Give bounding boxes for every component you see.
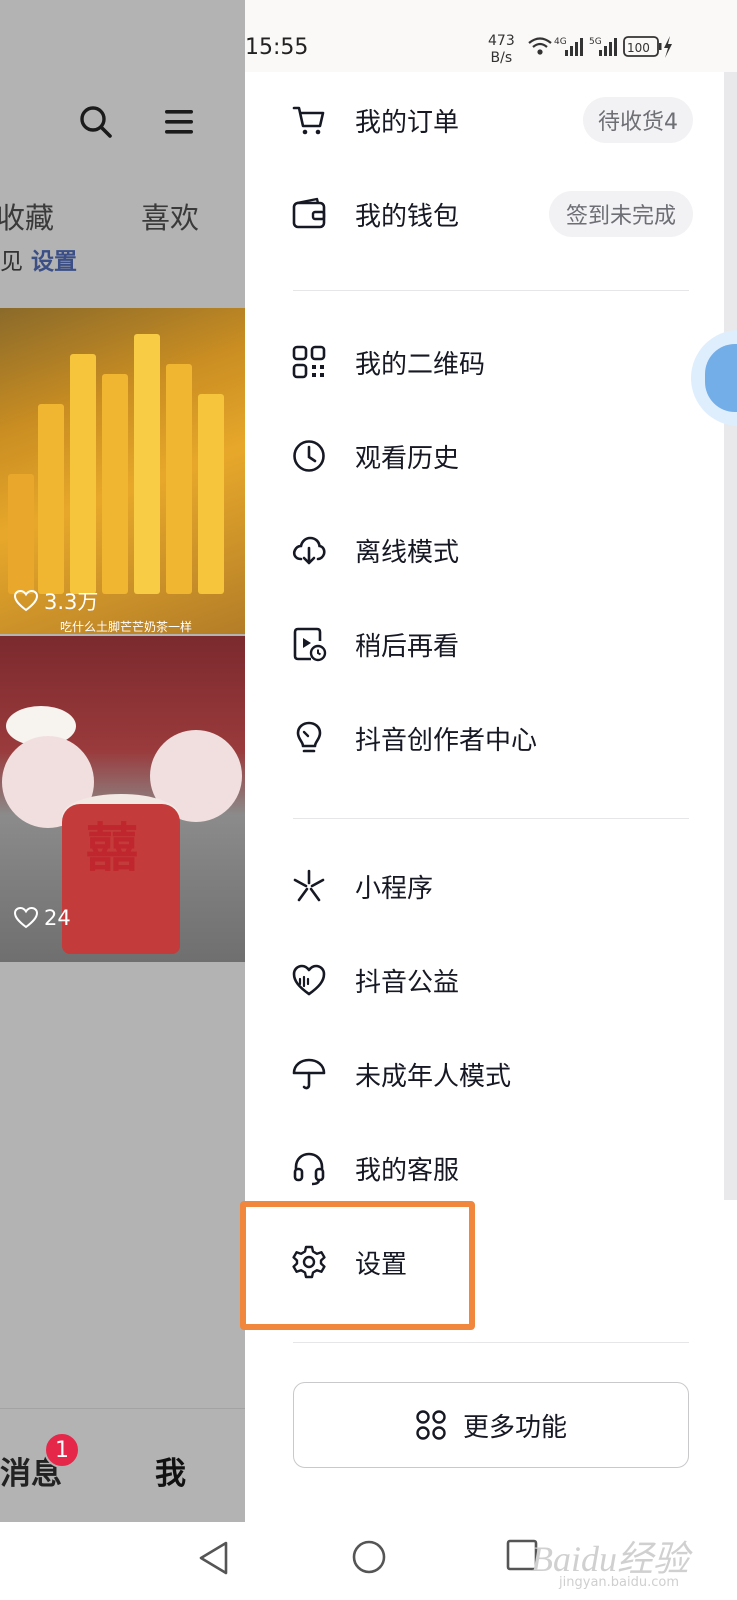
section-divider	[293, 818, 689, 819]
video-thumbnail[interactable]: 囍 24	[0, 636, 245, 962]
more-features-label: 更多功能	[462, 1412, 567, 1443]
menu-item-customer-service[interactable]: 我的客服	[245, 1132, 697, 1204]
menu-label: 我的客服	[355, 1155, 460, 1186]
video-like-count: 3.3万	[14, 586, 98, 616]
lightbulb-icon	[296, 721, 322, 753]
search-icon[interactable]	[78, 104, 114, 140]
menu-label: 未成年人模式	[355, 1061, 512, 1092]
heart-outline-icon	[14, 907, 38, 929]
tab-favorites[interactable]: 收藏	[0, 195, 54, 237]
section-divider	[293, 290, 689, 291]
menu-item-watch-later[interactable]: 稍后再看	[245, 608, 697, 680]
network-speed: 473 B/s	[488, 33, 515, 66]
mini-program-icon	[293, 869, 325, 902]
notification-badge: 1	[44, 1432, 80, 1468]
umbrella-icon	[292, 1058, 326, 1090]
privacy-settings-link[interactable]: 设置	[31, 249, 77, 275]
shield-icon	[705, 344, 737, 412]
wifi-icon	[528, 37, 552, 55]
grid-apps-icon	[416, 1410, 446, 1440]
pending-delivery-pill[interactable]: 待收货4	[583, 97, 693, 143]
clock-icon	[293, 440, 325, 472]
video-caption: 吃什么土脚芒芒奶茶一样	[60, 620, 193, 634]
double-happiness-symbol: 囍	[86, 819, 139, 879]
menu-item-watch-history[interactable]: 观看历史	[245, 420, 697, 492]
tab-likes[interactable]: 喜欢	[141, 195, 199, 237]
status-icons: 4G 5G 100	[528, 36, 672, 58]
dimmed-profile-page[interactable]: 收藏 喜欢 见设置 3.3万 吃什么土脚芒芒奶茶一样 囍 24 消息 1 我	[0, 0, 245, 1522]
menu-label: 观看历史	[355, 443, 460, 474]
svg-text:5G: 5G	[589, 37, 602, 47]
status-time: 15:55	[245, 35, 309, 60]
privacy-hint-text: 见	[0, 249, 23, 275]
check-in-pill[interactable]: 签到未完成	[549, 191, 693, 237]
charity-heart-icon	[292, 964, 326, 996]
status-bar: 15:55 473 B/s 4G 5G 100	[245, 0, 737, 72]
menu-label: 我的钱包	[355, 201, 460, 232]
menu-item-offline-mode[interactable]: 离线模式	[245, 514, 697, 586]
svg-text:100: 100	[627, 41, 650, 55]
menu-label: 小程序	[355, 873, 434, 904]
video-like-count: 24	[14, 906, 71, 930]
menu-label: 我的二维码	[355, 349, 486, 380]
home-icon[interactable]	[350, 1538, 388, 1576]
cloud-download-icon	[292, 536, 326, 565]
cart-icon	[292, 106, 325, 135]
hamburger-menu-icon[interactable]	[164, 108, 196, 136]
privacy-hint: 见设置	[0, 242, 77, 276]
watermark-url: jingyan.baidu.com	[559, 1575, 679, 1590]
signal-4g-icon: 4G	[554, 37, 583, 56]
svg-text:4G: 4G	[554, 37, 567, 47]
battery-icon: 100	[623, 36, 672, 58]
menu-label: 稍后再看	[355, 631, 460, 662]
qr-code-icon	[292, 345, 326, 379]
menu-label: 我的订单	[355, 107, 460, 138]
more-features-button[interactable]: 更多功能	[293, 1382, 689, 1468]
video-thumbnail[interactable]: 3.3万 吃什么土脚芒芒奶茶一样	[0, 308, 245, 634]
menu-label: 抖音创作者中心	[355, 725, 538, 756]
scroll-edge	[724, 72, 737, 1200]
menu-item-teen-mode[interactable]: 未成年人模式	[245, 1038, 697, 1110]
menu-item-creator-center[interactable]: 抖音创作者中心	[245, 702, 697, 774]
floating-shield-badge[interactable]	[691, 330, 737, 426]
menu-item-qr-code[interactable]: 我的二维码	[245, 326, 697, 398]
menu-label: 离线模式	[355, 537, 460, 568]
menu-item-orders[interactable]: 我的订单 待收货4	[245, 84, 697, 156]
settings-highlight-box	[240, 1201, 475, 1330]
nav-me[interactable]: 我	[155, 1448, 186, 1493]
headset-icon	[293, 1152, 325, 1186]
menu-label: 抖音公益	[355, 967, 460, 998]
signal-5g-icon: 5G	[589, 37, 617, 56]
wallet-icon	[292, 197, 326, 229]
heart-outline-icon	[14, 590, 38, 612]
menu-item-mini-programs[interactable]: 小程序	[245, 850, 697, 922]
back-icon[interactable]	[196, 1538, 232, 1578]
section-divider	[293, 1342, 689, 1343]
watch-later-icon	[293, 627, 327, 662]
menu-item-charity[interactable]: 抖音公益	[245, 944, 697, 1016]
menu-item-wallet[interactable]: 我的钱包 签到未完成	[245, 178, 697, 250]
